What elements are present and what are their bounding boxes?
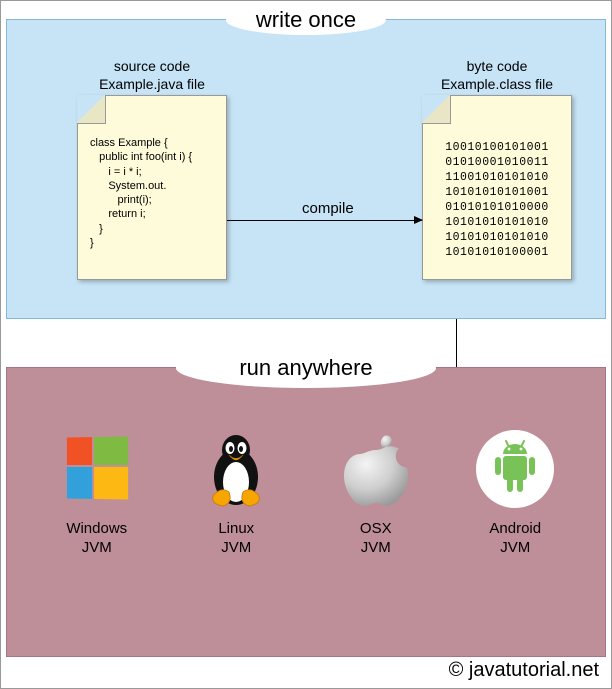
compile-label: compile bbox=[302, 200, 354, 217]
linux-icon bbox=[196, 428, 276, 508]
section-title-bottom: run anywhere bbox=[239, 355, 372, 381]
platform-label: AndroidJVM bbox=[489, 520, 541, 558]
byte-file-caption: byte code Example.class file bbox=[397, 58, 597, 93]
source-code-file: source code Example.java file class Exam… bbox=[77, 95, 227, 280]
section-title-top: write once bbox=[226, 5, 386, 35]
byte-file-content: 10010100101001 01010001010011 1100101010… bbox=[423, 141, 571, 261]
diagram-canvas: write once source code Example.java file… bbox=[0, 0, 612, 689]
android-icon bbox=[475, 428, 555, 508]
platform-windows: WindowsJVM bbox=[37, 428, 157, 558]
source-file-caption: source code Example.java file bbox=[52, 58, 252, 93]
source-file-content: class Example { public int foo(int i) { … bbox=[90, 136, 218, 250]
platform-label: WindowsJVM bbox=[66, 520, 127, 558]
windows-icon bbox=[57, 428, 137, 508]
platforms-row: WindowsJVM bbox=[7, 428, 605, 558]
byte-code-file: byte code Example.class file 10010100101… bbox=[422, 95, 572, 280]
platform-linux: LinuxJVM bbox=[176, 428, 296, 558]
write-once-section: write once source code Example.java file… bbox=[6, 19, 606, 319]
compile-arrow bbox=[227, 220, 422, 221]
platform-android: AndroidJVM bbox=[455, 428, 575, 558]
apple-icon bbox=[336, 428, 416, 508]
section-title-bottom-cutout: run anywhere bbox=[176, 348, 436, 388]
platform-label: LinuxJVM bbox=[218, 520, 254, 558]
platform-label: OSXJVM bbox=[360, 520, 392, 558]
run-anywhere-section: run anywhere WindowsJVM bbox=[6, 367, 606, 657]
copyright-text: © javatutorial.net bbox=[449, 659, 599, 682]
platform-osx: OSXJVM bbox=[316, 428, 436, 558]
